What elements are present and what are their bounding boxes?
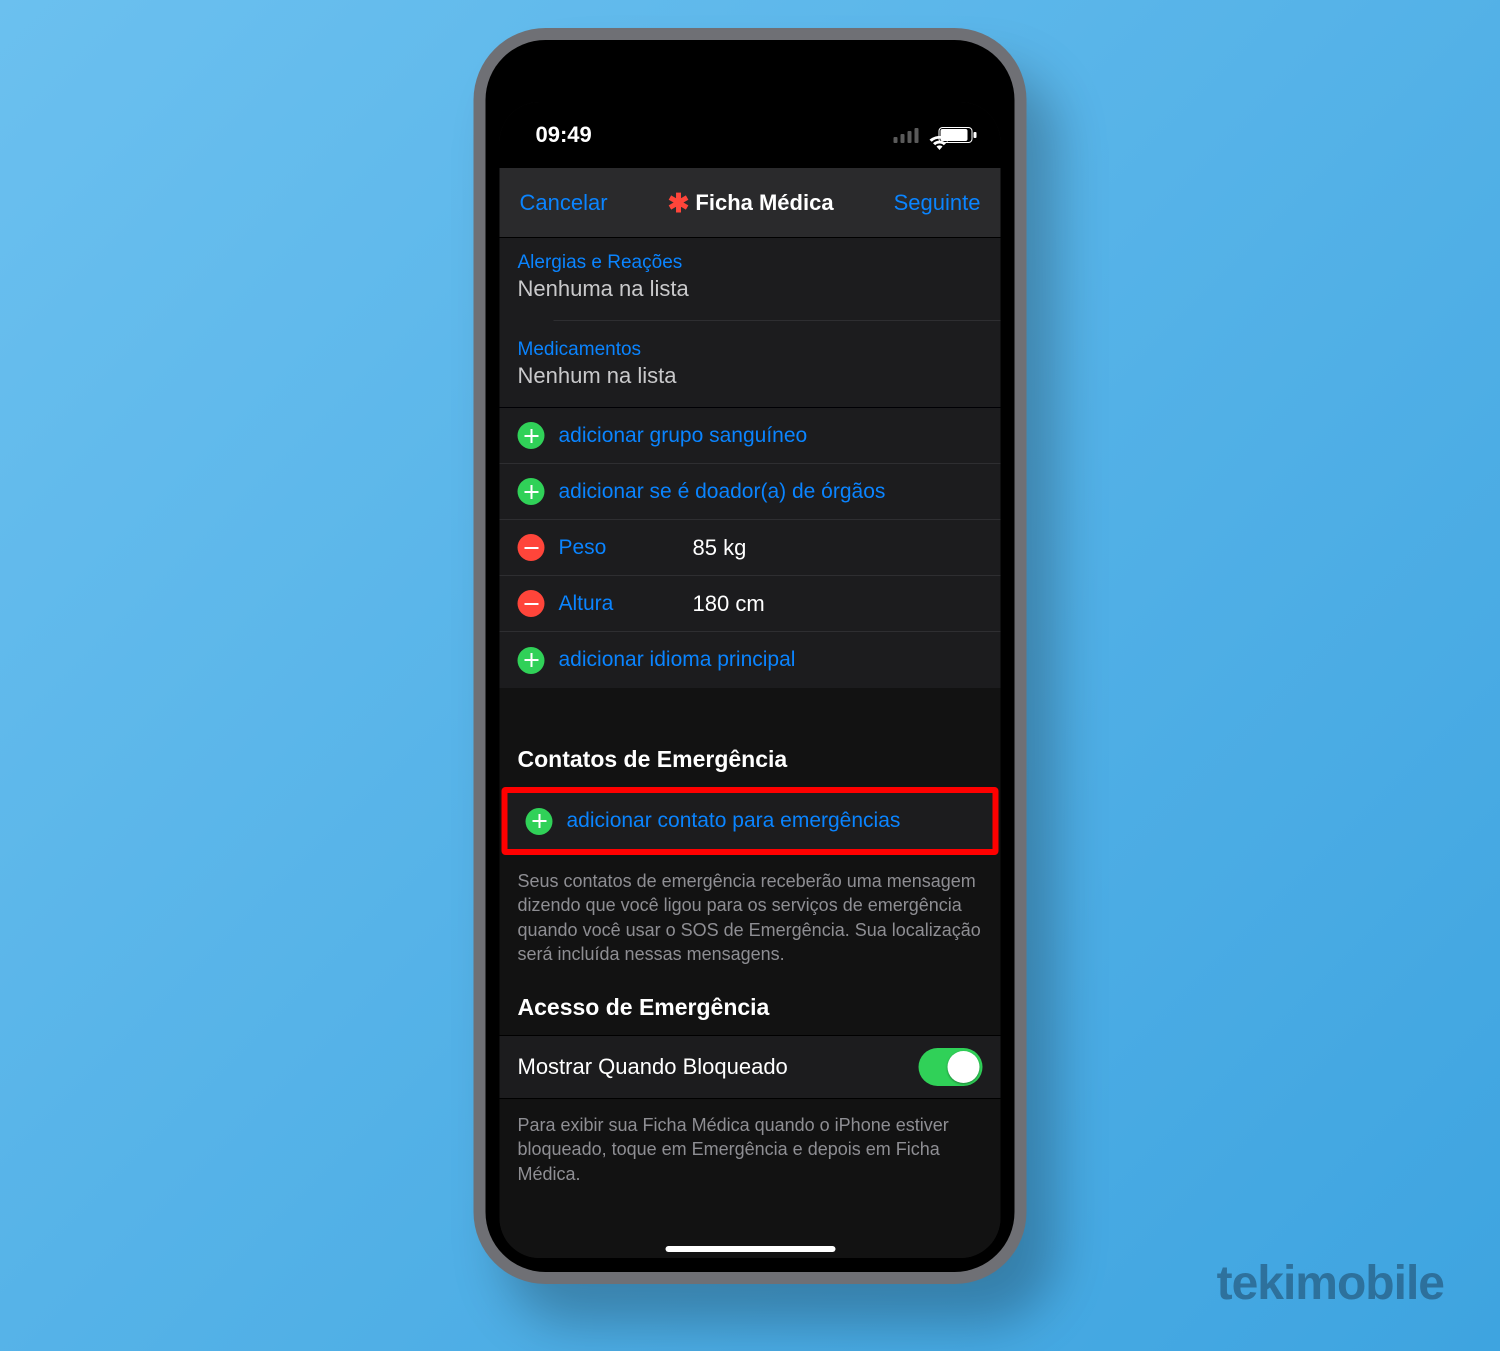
section-gap	[500, 688, 1001, 728]
medical-asterisk-icon: ✱	[668, 190, 690, 216]
plus-icon	[518, 647, 545, 674]
nav-title: ✱ Ficha Médica	[668, 190, 834, 216]
add-emergency-contact-row[interactable]: adicionar contato para emergências	[508, 793, 993, 849]
show-when-locked-label: Mostrar Quando Bloqueado	[518, 1054, 788, 1080]
emergency-contacts-header: Contatos de Emergência	[500, 728, 1001, 787]
allergies-value[interactable]: Nenhuma na lista	[500, 276, 1001, 320]
content-scroll[interactable]: Alergias e Reações Nenhuma na lista Medi…	[500, 238, 1001, 1258]
screen: 09:49	[500, 102, 1001, 1258]
status-time: 09:49	[536, 122, 592, 148]
status-icons	[894, 127, 973, 143]
minus-icon[interactable]	[518, 534, 545, 561]
add-language-label: adicionar idioma principal	[559, 648, 796, 672]
minus-icon[interactable]	[518, 590, 545, 617]
height-label: Altura	[559, 592, 679, 616]
add-blood-type-label: adicionar grupo sanguíneo	[559, 424, 808, 448]
medications-value[interactable]: Nenhum na lista	[500, 363, 1001, 407]
allergies-section: Alergias e Reações Nenhuma na lista Medi…	[500, 238, 1001, 407]
emergency-contacts-note: Seus contatos de emergência receberão um…	[500, 855, 1001, 988]
watermark-logo: tekimobile	[1217, 1256, 1444, 1311]
plus-icon	[518, 478, 545, 505]
weight-value[interactable]: 85 kg	[693, 535, 747, 561]
highlight-callout: adicionar contato para emergências	[502, 787, 999, 855]
nav-title-text: Ficha Médica	[695, 190, 833, 216]
medical-fields-list: adicionar grupo sanguíneo adicionar se é…	[500, 407, 1001, 688]
emergency-access-note: Para exibir sua Ficha Médica quando o iP…	[500, 1099, 1001, 1208]
plus-icon	[526, 808, 553, 835]
add-organ-donor-row[interactable]: adicionar se é doador(a) de órgãos	[500, 464, 1001, 520]
show-when-locked-row[interactable]: Mostrar Quando Bloqueado	[500, 1035, 1001, 1099]
phone-frame: 09:49	[474, 28, 1027, 1284]
nav-bar: Cancelar ✱ Ficha Médica Seguinte	[500, 168, 1001, 238]
weight-label: Peso	[559, 536, 679, 560]
weight-row[interactable]: Peso 85 kg	[500, 520, 1001, 576]
cellular-signal-icon	[894, 128, 919, 143]
plus-icon	[518, 422, 545, 449]
status-bar: 09:49	[500, 102, 1001, 168]
emergency-access-header: Acesso de Emergência	[500, 988, 1001, 1035]
cancel-button[interactable]: Cancelar	[520, 190, 608, 216]
home-indicator[interactable]	[665, 1246, 835, 1252]
add-emergency-contact-label: adicionar contato para emergências	[567, 809, 901, 833]
battery-icon	[939, 127, 973, 143]
add-language-row[interactable]: adicionar idioma principal	[500, 632, 1001, 688]
toggle-knob	[948, 1051, 980, 1083]
show-when-locked-toggle[interactable]	[919, 1048, 983, 1086]
add-blood-type-row[interactable]: adicionar grupo sanguíneo	[500, 408, 1001, 464]
allergies-label: Alergias e Reações	[500, 242, 1001, 276]
height-row[interactable]: Altura 180 cm	[500, 576, 1001, 632]
medications-label: Medicamentos	[500, 321, 1001, 363]
add-organ-donor-label: adicionar se é doador(a) de órgãos	[559, 480, 886, 504]
height-value[interactable]: 180 cm	[693, 591, 765, 617]
next-button[interactable]: Seguinte	[894, 190, 981, 216]
